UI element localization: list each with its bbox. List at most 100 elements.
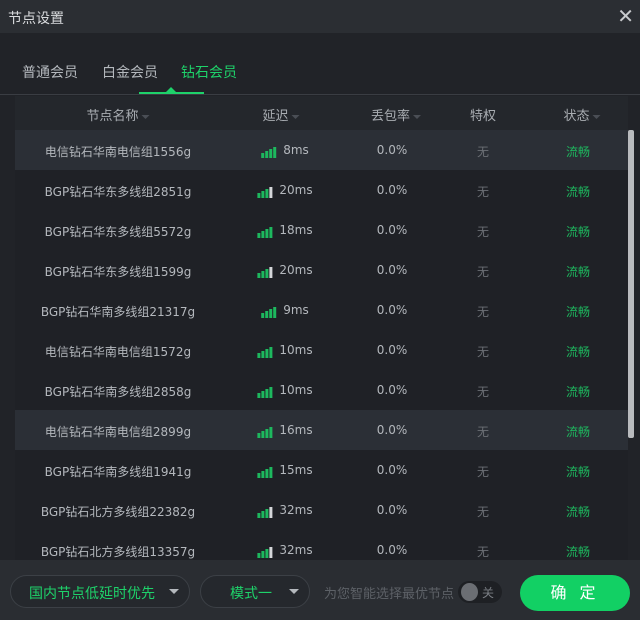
table-row[interactable]: BGP钻石华南多线组21317g 9ms 0.0% 无 流畅: [15, 290, 628, 330]
privilege-value: 无: [476, 545, 490, 559]
mode-select[interactable]: 模式一: [200, 575, 310, 608]
col-label: 延迟: [262, 109, 289, 124]
signal-icon: [257, 544, 273, 558]
signal-bar: [265, 429, 269, 438]
delay-cell: 18ms: [257, 223, 313, 238]
delay-cell: 20ms: [257, 183, 313, 198]
sort-icon: [141, 114, 150, 119]
region-select-value: 国内节点低延时优先: [29, 586, 155, 602]
table-row[interactable]: BGP钻石华东多线组2851g 20ms 0.0% 无 流畅: [15, 170, 628, 210]
region-priority-select[interactable]: 国内节点低延时优先: [10, 575, 190, 608]
table-row[interactable]: BGP钻石北方多线组22382g 32ms 0.0% 无 流畅: [15, 490, 628, 530]
status-value: 流畅: [565, 545, 591, 559]
delay-value: 10ms: [279, 383, 313, 397]
delay-value: 15ms: [279, 463, 313, 477]
loss-value: 0.0%: [376, 423, 408, 437]
signal-bar: [261, 471, 265, 478]
delay-value: 32ms: [279, 503, 313, 517]
sort-icon: [413, 114, 422, 119]
node-name: BGP钻石北方多线组22382g: [40, 505, 196, 519]
smart-select-hint: 为您智能选择最优节点: [324, 587, 455, 602]
delay-cell: 32ms: [257, 503, 313, 518]
table-row[interactable]: BGP钻石华东多线组5572g 18ms 0.0% 无 流畅: [15, 210, 628, 250]
signal-bar: [269, 309, 273, 318]
title-bar: 节点设置 ✕: [0, 0, 640, 33]
signal-bar: [265, 189, 269, 198]
signal-bar: [261, 191, 265, 198]
status-value: 流畅: [565, 265, 591, 279]
table-header: 节点名称 延迟 丢包率 特权 状态: [15, 96, 628, 130]
delay-value: 32ms: [279, 543, 313, 557]
loss-value: 0.0%: [376, 183, 408, 197]
scrollbar[interactable]: [628, 130, 634, 438]
node-table: 节点名称 延迟 丢包率 特权 状态 电信钻石华南电信组1556g 8ms 0.0…: [15, 96, 628, 560]
loss-value: 0.0%: [376, 303, 408, 317]
table-row[interactable]: BGP钻石华南多线组2858g 10ms 0.0% 无 流畅: [15, 370, 628, 410]
table-row[interactable]: BGP钻石华南多线组1941g 15ms 0.0% 无 流畅: [15, 450, 628, 490]
delay-value: 16ms: [279, 423, 313, 437]
loss-value: 0.0%: [376, 343, 408, 357]
col-header-status[interactable]: 状态: [563, 105, 601, 124]
signal-bar: [261, 391, 265, 398]
delay-cell: 16ms: [257, 423, 313, 438]
delay-cell: 10ms: [257, 343, 313, 358]
signal-bar: [261, 551, 265, 558]
signal-bar: [257, 513, 261, 518]
privilege-value: 无: [476, 425, 490, 439]
col-header-loss[interactable]: 丢包率: [370, 105, 422, 124]
privilege-value: 无: [476, 145, 490, 159]
delay-value: 10ms: [279, 343, 313, 357]
signal-bar: [269, 149, 273, 158]
table-row[interactable]: BGP钻石北方多线组13357g 32ms 0.0% 无 流畅: [15, 530, 628, 560]
signal-bar: [269, 347, 273, 358]
node-name: BGP钻石华东多线组1599g: [44, 265, 192, 279]
status-value: 流畅: [565, 385, 591, 399]
node-name: 电信钻石华南电信组2899g: [44, 425, 192, 439]
status-value: 流畅: [565, 185, 591, 199]
loss-value: 0.0%: [376, 263, 408, 277]
signal-bar: [265, 549, 269, 558]
signal-bar: [261, 231, 265, 238]
table-row[interactable]: BGP钻石华东多线组1599g 20ms 0.0% 无 流畅: [15, 250, 628, 290]
privilege-value: 无: [476, 385, 490, 399]
delay-value: 20ms: [279, 183, 313, 197]
table-row[interactable]: 电信钻石华南电信组1572g 10ms 0.0% 无 流畅: [15, 330, 628, 370]
col-label: 状态: [563, 109, 590, 124]
col-label: 丢包率: [370, 109, 411, 124]
signal-bar: [257, 193, 261, 198]
col-header-delay[interactable]: 延迟: [262, 105, 300, 124]
node-name: 电信钻石华南电信组1556g: [44, 145, 192, 159]
table-body: 电信钻石华南电信组1556g 8ms 0.0% 无 流畅 BGP钻石华东多线组28…: [15, 130, 628, 560]
smart-select-toggle[interactable]: 关: [458, 581, 502, 603]
col-header-name[interactable]: 节点名称: [86, 105, 150, 124]
node-name: BGP钻石华东多线组5572g: [44, 225, 192, 239]
mode-select-value: 模式一: [230, 586, 272, 602]
signal-bar: [265, 269, 269, 278]
tab-platinum[interactable]: 白金会员: [102, 62, 158, 82]
signal-bar: [261, 511, 265, 518]
tab-diamond[interactable]: 钻石会员: [181, 62, 237, 82]
loss-value: 0.0%: [376, 543, 408, 557]
loss-value: 0.0%: [376, 223, 408, 237]
window-title: 节点设置: [8, 11, 64, 27]
privilege-value: 无: [476, 305, 490, 319]
col-label: 节点名称: [86, 109, 139, 124]
table-row[interactable]: 电信钻石华南电信组2899g 16ms 0.0% 无 流畅: [15, 410, 628, 450]
tab-regular[interactable]: 普通会员: [22, 62, 78, 82]
privilege-value: 无: [476, 505, 490, 519]
delay-cell: 32ms: [257, 543, 313, 558]
signal-bar: [269, 507, 273, 518]
signal-bar: [265, 509, 269, 518]
signal-bar: [265, 389, 269, 398]
signal-icon: [257, 264, 273, 278]
table-row[interactable]: 电信钻石华南电信组1556g 8ms 0.0% 无 流畅: [15, 130, 628, 170]
privilege-value: 无: [476, 185, 490, 199]
signal-bar: [261, 431, 265, 438]
confirm-button[interactable]: 确 定: [520, 575, 630, 611]
node-name: 电信钻石华南电信组1572g: [44, 345, 192, 359]
close-icon[interactable]: ✕: [617, 4, 634, 28]
signal-bar: [257, 353, 261, 358]
sort-icon: [592, 114, 601, 119]
signal-bar: [261, 313, 265, 318]
signal-bar: [269, 547, 273, 558]
